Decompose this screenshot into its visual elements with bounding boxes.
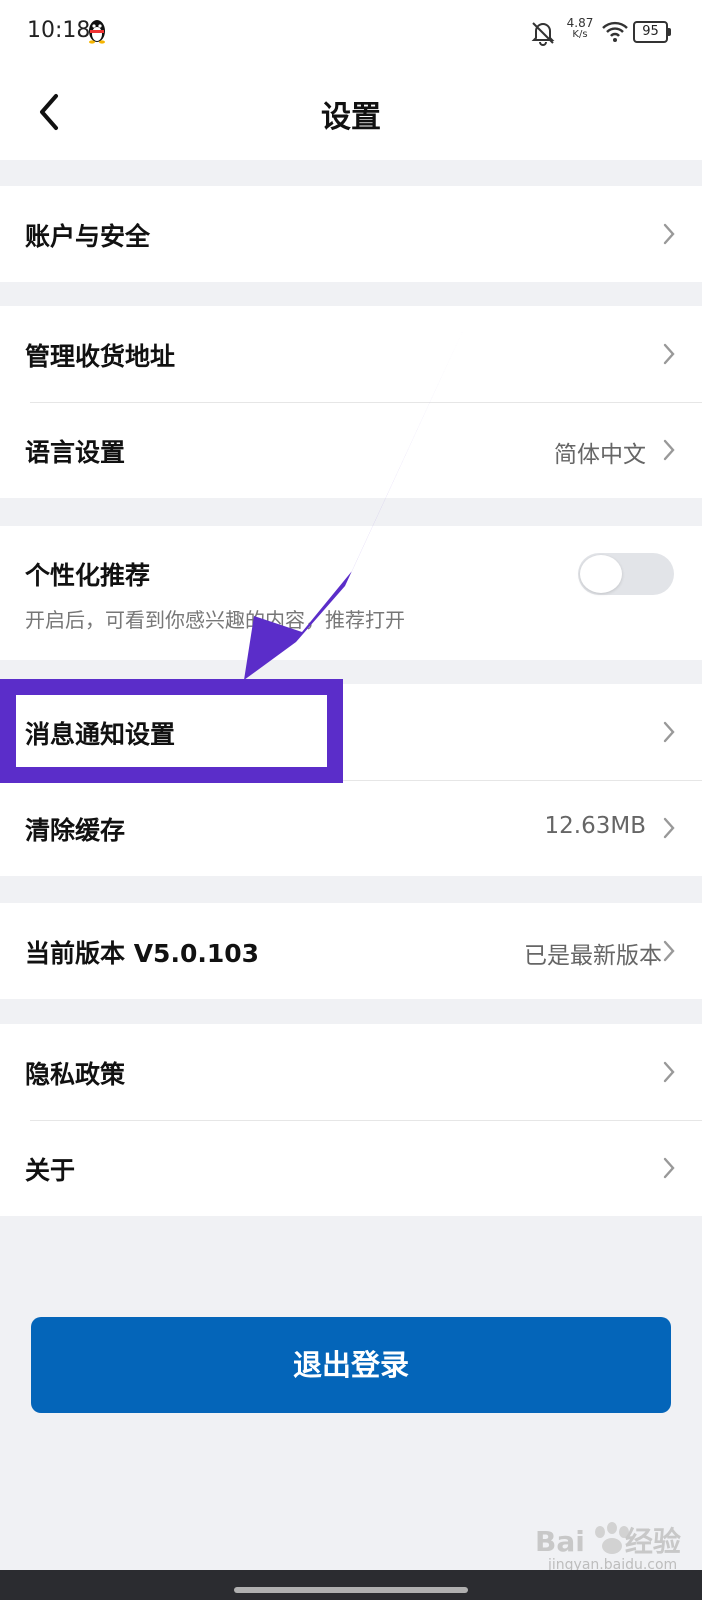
chevron-right-icon xyxy=(663,439,675,461)
watermark-brand-main: Bai xyxy=(535,1525,585,1558)
page-title: 设置 xyxy=(321,100,381,135)
row-manage-address[interactable]: 管理收货地址 xyxy=(0,306,702,402)
row-version[interactable]: 当前版本 V5.0.103 已是最新版本 xyxy=(0,903,702,999)
chevron-right-icon xyxy=(663,343,675,365)
status-bar: 10:18 4.87 K/s 95 xyxy=(0,0,702,64)
battery-cap xyxy=(668,28,671,36)
row-about[interactable]: 关于 xyxy=(0,1120,702,1216)
row-personalized: 个性化推荐 开启后，可看到你感兴趣的内容，推荐打开 xyxy=(0,526,702,660)
row-privacy[interactable]: 隐私政策 xyxy=(0,1024,702,1120)
watermark-brand: Bai 经验 xyxy=(535,1520,681,1560)
row-account-security[interactable]: 账户与安全 xyxy=(0,186,702,282)
row-label-clear-cache: 清除缓存 xyxy=(25,816,126,845)
row-label-manage-address: 管理收货地址 xyxy=(25,342,176,371)
network-speed: 4.87 K/s xyxy=(565,17,595,41)
system-nav-bar xyxy=(0,1570,702,1600)
battery-icon: 95 xyxy=(633,21,671,43)
row-clear-cache[interactable]: 清除缓存 12.63MB xyxy=(0,780,702,876)
toggle-knob xyxy=(580,555,622,593)
row-value-language: 简体中文 xyxy=(554,442,646,468)
chevron-right-icon xyxy=(663,817,675,839)
row-value-clear-cache: 12.63MB xyxy=(544,813,646,839)
annotation-highlight-frame xyxy=(0,679,343,783)
chevron-right-icon xyxy=(663,1061,675,1083)
bell-off-icon xyxy=(531,22,555,46)
battery-level: 95 xyxy=(633,21,668,43)
group-account: 账户与安全 xyxy=(0,186,702,282)
chevron-right-icon xyxy=(663,1157,675,1179)
home-indicator[interactable] xyxy=(234,1587,468,1593)
qq-icon xyxy=(89,20,105,44)
nav-bar: 设置 xyxy=(0,64,702,160)
logout-button[interactable]: 退出登录 xyxy=(31,1317,671,1413)
personalized-toggle[interactable] xyxy=(578,553,674,595)
network-speed-value: 4.87 xyxy=(566,16,594,30)
row-label-version: 当前版本 V5.0.103 xyxy=(25,939,260,968)
group-address-language: 管理收货地址 语言设置 简体中文 xyxy=(0,306,702,498)
chevron-right-icon xyxy=(663,223,675,245)
row-value-version: 已是最新版本 xyxy=(524,943,662,969)
group-privacy-about: 隐私政策 关于 xyxy=(0,1024,702,1216)
row-language[interactable]: 语言设置 简体中文 xyxy=(0,402,702,498)
wifi-icon xyxy=(602,21,628,42)
watermark-brand-suffix: 经验 xyxy=(624,1525,681,1558)
row-desc-personalized: 开启后，可看到你感兴趣的内容，推荐打开 xyxy=(25,608,405,632)
network-speed-unit: K/s xyxy=(572,29,588,40)
chevron-right-icon xyxy=(663,940,675,962)
chevron-right-icon xyxy=(663,721,675,743)
row-label-privacy: 隐私政策 xyxy=(25,1060,126,1089)
group-personalized: 个性化推荐 开启后，可看到你感兴趣的内容，推荐打开 xyxy=(0,526,702,660)
group-version: 当前版本 V5.0.103 已是最新版本 xyxy=(0,903,702,999)
row-label-about: 关于 xyxy=(25,1156,76,1185)
row-label-account-security: 账户与安全 xyxy=(25,222,151,251)
status-time: 10:18 xyxy=(27,18,91,43)
row-label-language: 语言设置 xyxy=(25,438,126,467)
row-label-personalized: 个性化推荐 xyxy=(25,561,151,590)
